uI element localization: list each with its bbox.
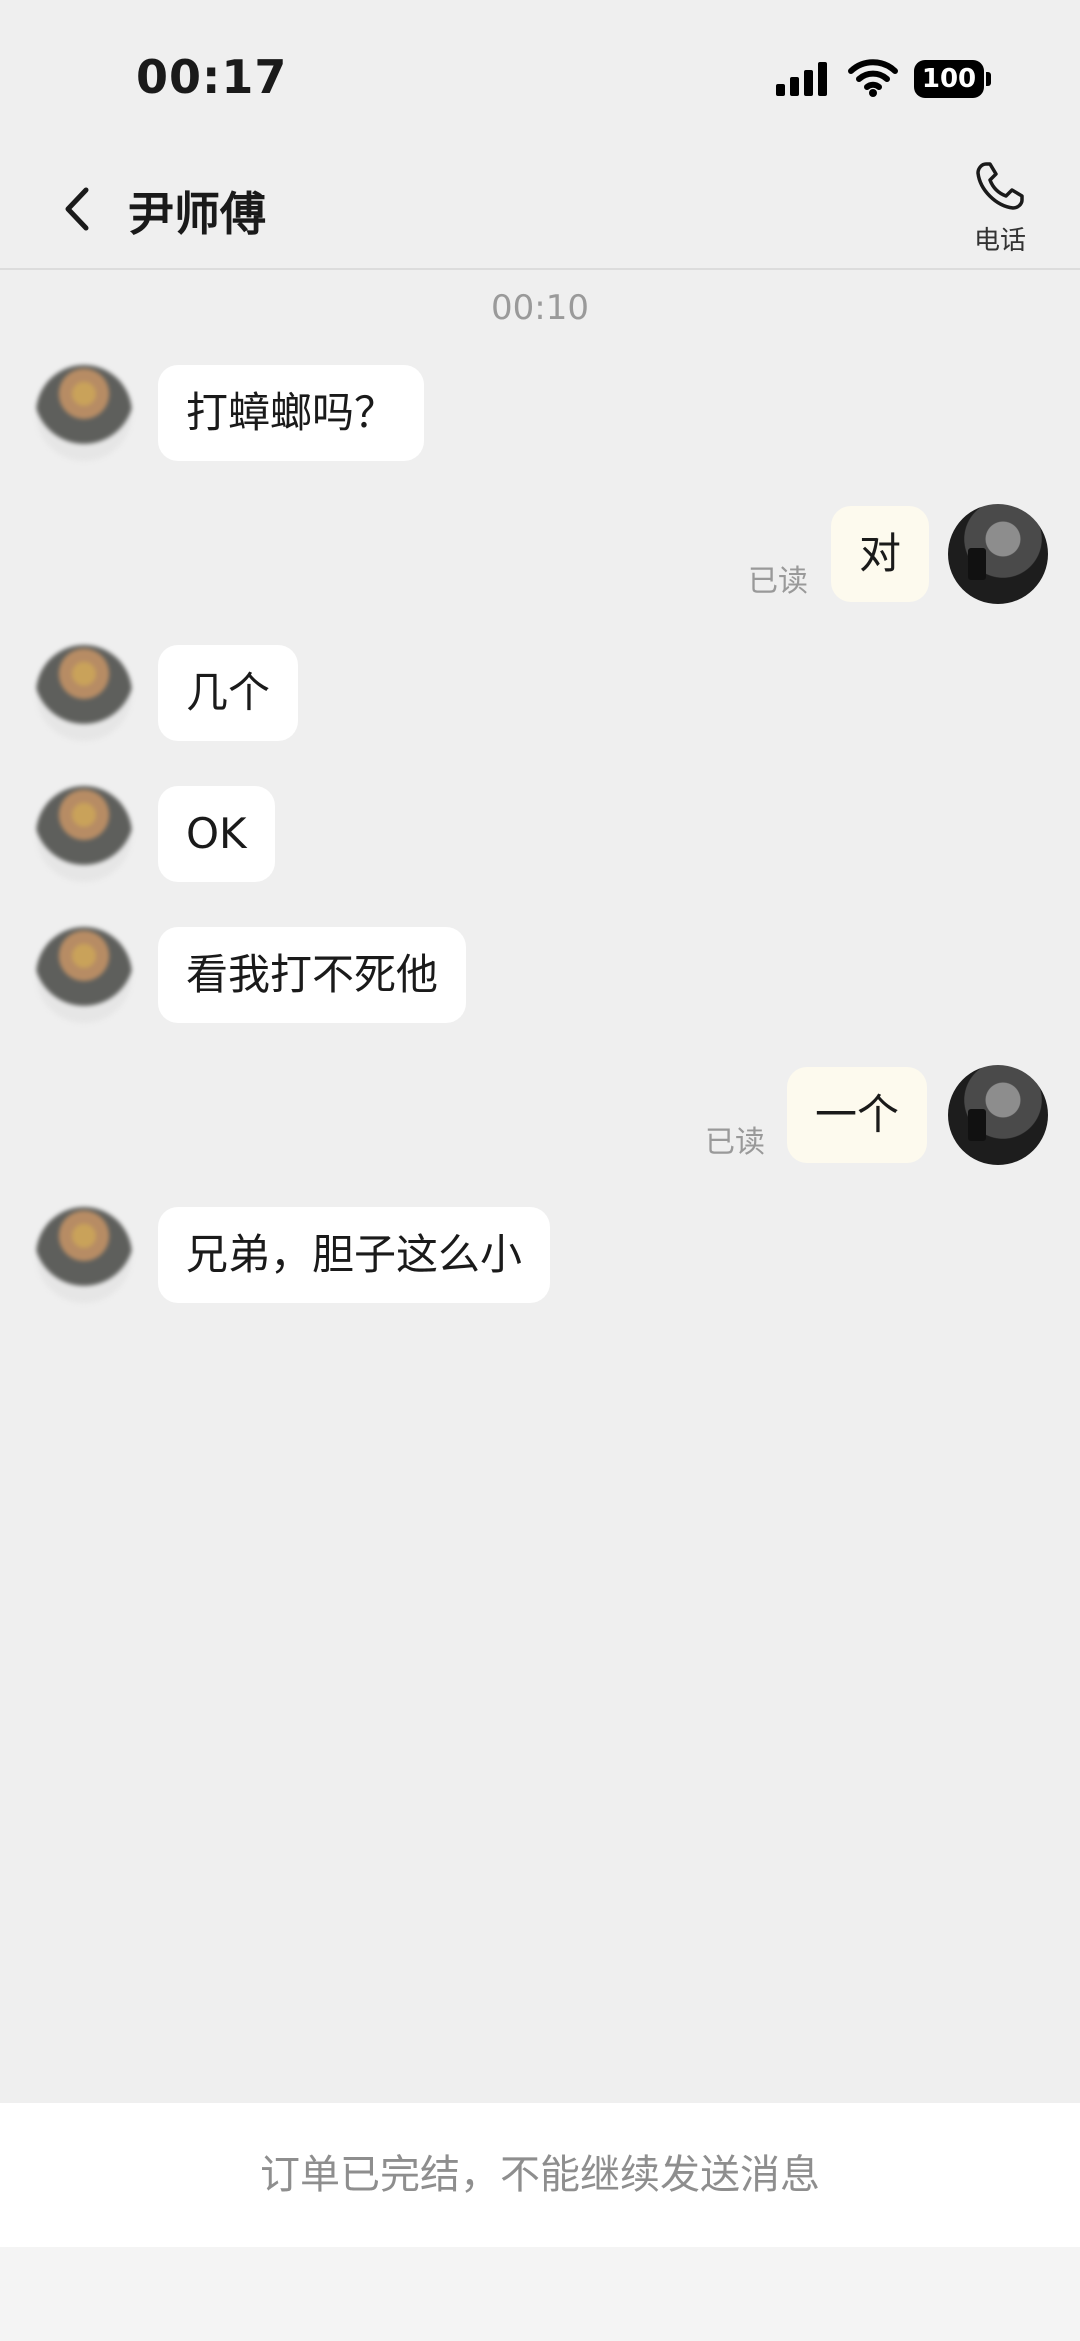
message-bubble-incoming[interactable]: 打蟑螂吗？ <box>158 365 425 461</box>
bottom-safe-area <box>0 2247 1080 2341</box>
chat-header: 尹师傅 电话 <box>0 140 1080 270</box>
contact-name: 尹师傅 <box>128 187 266 241</box>
signal-icon <box>776 62 827 96</box>
phone-icon <box>976 162 1024 210</box>
contact-avatar[interactable] <box>36 645 132 741</box>
message-bubble-outgoing[interactable]: 对 <box>831 506 930 602</box>
contact-avatar[interactable] <box>36 927 132 1023</box>
read-status: 已读 <box>748 564 808 599</box>
contact-avatar[interactable] <box>36 1207 132 1303</box>
user-avatar[interactable] <box>948 1065 1048 1165</box>
conversation-closed-notice: 订单已完结，不能继续发送消息 <box>0 2103 1080 2247</box>
status-time: 00:17 <box>136 50 288 104</box>
user-avatar[interactable] <box>948 504 1048 604</box>
battery-tip <box>986 72 991 86</box>
battery-icon: 100 <box>914 60 984 98</box>
read-status: 已读 <box>705 1125 765 1160</box>
status-bar: 00:17 100 <box>0 0 1080 140</box>
message-bubble-incoming[interactable]: 兄弟，胆子这么小 <box>158 1207 551 1303</box>
back-arrow-icon[interactable] <box>58 184 98 234</box>
contact-avatar[interactable] <box>36 365 132 461</box>
message-bubble-incoming[interactable]: 几个 <box>158 645 299 741</box>
message-bubble-incoming[interactable]: OK <box>158 786 275 882</box>
contact-avatar[interactable] <box>36 786 132 882</box>
phone-call-button[interactable]: 电话 <box>960 158 1040 262</box>
chat-timestamp: 00:10 <box>491 288 589 328</box>
message-bubble-incoming[interactable]: 看我打不死他 <box>158 927 467 1023</box>
phone-label: 电话 <box>973 226 1026 256</box>
wifi-icon <box>848 59 898 97</box>
message-bubble-outgoing[interactable]: 一个 <box>787 1067 928 1163</box>
